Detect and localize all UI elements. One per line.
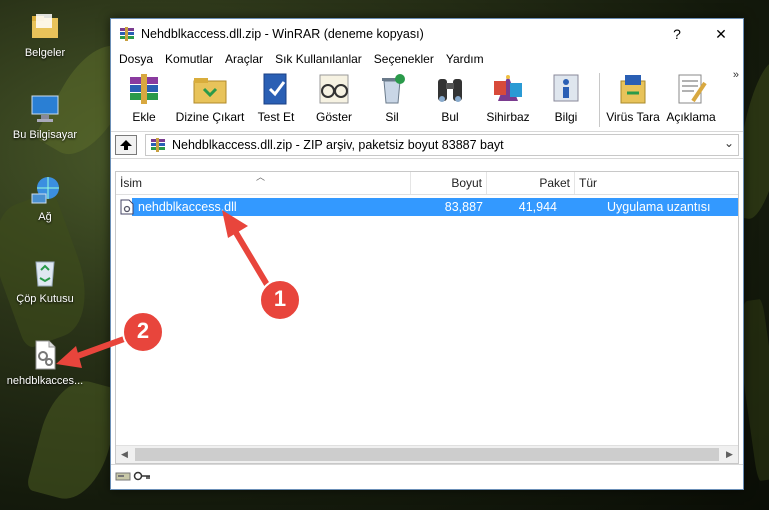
annotation-overlay — [56, 210, 301, 368]
step-badge-1: 1 — [273, 286, 287, 311]
step-badge-2: 2 — [136, 318, 150, 343]
